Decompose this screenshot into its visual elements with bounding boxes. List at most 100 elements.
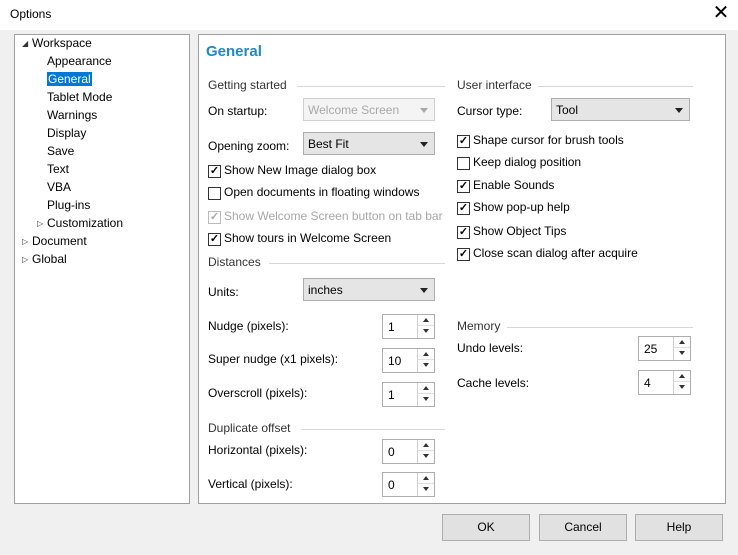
spin-down-icon[interactable]	[418, 451, 434, 462]
close-icon[interactable]: ✕	[708, 1, 734, 25]
checkbox-label: Close scan dialog after acquire	[473, 246, 638, 260]
horizontal-label: Horizontal (pixels):	[208, 443, 308, 457]
spin-down-icon[interactable]	[418, 360, 434, 371]
tree-item-label: General	[47, 72, 92, 86]
tree-item-customization[interactable]: ▷ Customization	[37, 215, 123, 232]
on-startup-value: Welcome Screen	[308, 103, 400, 117]
checkbox-label: Open documents in floating windows	[224, 185, 420, 199]
super-nudge-stepper[interactable]: 10	[382, 348, 435, 373]
group-divider	[507, 327, 693, 328]
checkbox-label: Show Welcome Screen button on tab bar	[224, 209, 443, 223]
chevron-down-icon	[420, 108, 428, 113]
spin-down-icon[interactable]	[674, 348, 690, 359]
checkbox-box[interactable]: ✓	[208, 165, 221, 178]
spin-up-icon[interactable]	[418, 315, 434, 326]
horizontal-offset-stepper[interactable]: 0	[382, 439, 435, 464]
help-button[interactable]: Help	[635, 514, 723, 541]
tree-item-text[interactable]: Text	[47, 161, 69, 178]
ok-button[interactable]: OK	[442, 514, 530, 541]
expand-icon[interactable]: ▷	[37, 215, 43, 232]
window-title: Options	[10, 7, 52, 21]
tree-item-appearance[interactable]: Appearance	[47, 53, 112, 70]
tree-item-display[interactable]: Display	[47, 125, 86, 142]
tree-item-label: Customization	[47, 216, 124, 230]
opening-zoom-value: Best Fit	[308, 137, 349, 151]
checkbox-box[interactable]: ✓	[457, 226, 470, 239]
expand-icon[interactable]: ▷	[22, 233, 28, 250]
checkbox-box[interactable]: ✓	[457, 180, 470, 193]
spin-up-icon[interactable]	[418, 473, 434, 484]
expand-icon[interactable]: ▷	[22, 251, 28, 268]
checkbox-box[interactable]: ✓	[208, 211, 221, 224]
checkbox-box[interactable]: ✓	[457, 248, 470, 261]
checkbox-box[interactable]: ✓	[457, 202, 470, 215]
tree-item-label: Tablet Mode	[47, 90, 113, 104]
user-interface-heading: User interface	[457, 78, 532, 92]
spin-down-icon[interactable]	[674, 382, 690, 393]
settings-panel: General Getting started On startup: Welc…	[198, 34, 726, 504]
checkbox-label: Show Object Tips	[473, 224, 567, 238]
checkbox-box[interactable]: ✓	[208, 233, 221, 246]
opening-zoom-select[interactable]: Best Fit	[303, 132, 435, 155]
tree-item-label: Document	[32, 234, 87, 248]
tree-item-tablet-mode[interactable]: Tablet Mode	[47, 89, 112, 106]
tree-item-plug-ins[interactable]: Plug-ins	[47, 197, 90, 214]
group-divider	[538, 86, 693, 87]
tree-item-document[interactable]: ▷ Document	[22, 233, 87, 250]
tree-item-label: VBA	[47, 180, 72, 194]
super-nudge-label: Super nudge (x1 pixels):	[208, 352, 339, 366]
collapse-icon[interactable]: ◢	[22, 35, 28, 52]
cancel-button[interactable]: Cancel	[539, 514, 627, 541]
page-title: General	[206, 43, 262, 60]
units-value: inches	[308, 283, 343, 297]
super-nudge-value: 10	[388, 354, 402, 368]
vertical-offset-stepper[interactable]: 0	[382, 472, 435, 497]
tree-item-warnings[interactable]: Warnings	[47, 107, 97, 124]
cursor-type-value: Tool	[556, 103, 579, 117]
spin-up-icon[interactable]	[418, 383, 434, 394]
nudge-value: 1	[388, 320, 395, 334]
group-divider	[269, 263, 445, 264]
nudge-stepper[interactable]: 1	[382, 314, 435, 339]
cursor-type-select[interactable]: Tool	[551, 98, 690, 121]
checkbox-box[interactable]: ✓	[457, 135, 470, 148]
tree-item-vba[interactable]: VBA	[47, 179, 71, 196]
chevron-down-icon	[675, 108, 683, 113]
category-tree: ◢ Workspace Appearance General Tablet Mo…	[14, 34, 190, 504]
cache-levels-stepper[interactable]: 4	[638, 370, 691, 395]
overscroll-stepper[interactable]: 1	[382, 382, 435, 407]
checkbox-label: Show tours in Welcome Screen	[224, 231, 392, 245]
duplicate-offset-heading: Duplicate offset	[208, 421, 291, 435]
group-divider	[301, 429, 445, 430]
spin-down-icon[interactable]	[418, 394, 434, 405]
group-divider	[297, 86, 445, 87]
spin-up-icon[interactable]	[674, 371, 690, 382]
spin-down-icon[interactable]	[418, 484, 434, 495]
tree-item-workspace[interactable]: ◢ Workspace	[22, 35, 92, 52]
undo-levels-label: Undo levels:	[457, 341, 524, 355]
chevron-down-icon	[420, 142, 428, 147]
units-select[interactable]: inches	[303, 278, 435, 301]
spin-down-icon[interactable]	[418, 326, 434, 337]
checkbox-label: Enable Sounds	[473, 178, 555, 192]
checkbox-label: Show pop-up help	[473, 200, 570, 214]
spin-up-icon[interactable]	[418, 349, 434, 360]
checkbox-label: Shape cursor for brush tools	[473, 133, 624, 147]
spin-up-icon[interactable]	[674, 337, 690, 348]
undo-levels-stepper[interactable]: 25	[638, 336, 691, 361]
tree-item-general[interactable]: General	[47, 71, 92, 88]
opening-zoom-label: Opening zoom:	[208, 139, 290, 153]
tree-item-label: Display	[47, 126, 87, 140]
spin-up-icon[interactable]	[418, 440, 434, 451]
tree-item-save[interactable]: Save	[47, 143, 74, 160]
chevron-down-icon	[420, 288, 428, 293]
tree-item-global[interactable]: ▷ Global	[22, 251, 67, 268]
tree-item-label: Appearance	[47, 54, 112, 68]
distances-heading: Distances	[208, 255, 261, 269]
checkbox-box[interactable]	[457, 157, 470, 170]
units-label: Units:	[208, 285, 239, 299]
checkbox-box[interactable]	[208, 187, 221, 200]
title-bar: Options ✕	[0, 0, 738, 30]
tree-item-label: Save	[47, 144, 75, 158]
on-startup-select[interactable]: Welcome Screen	[303, 98, 435, 121]
